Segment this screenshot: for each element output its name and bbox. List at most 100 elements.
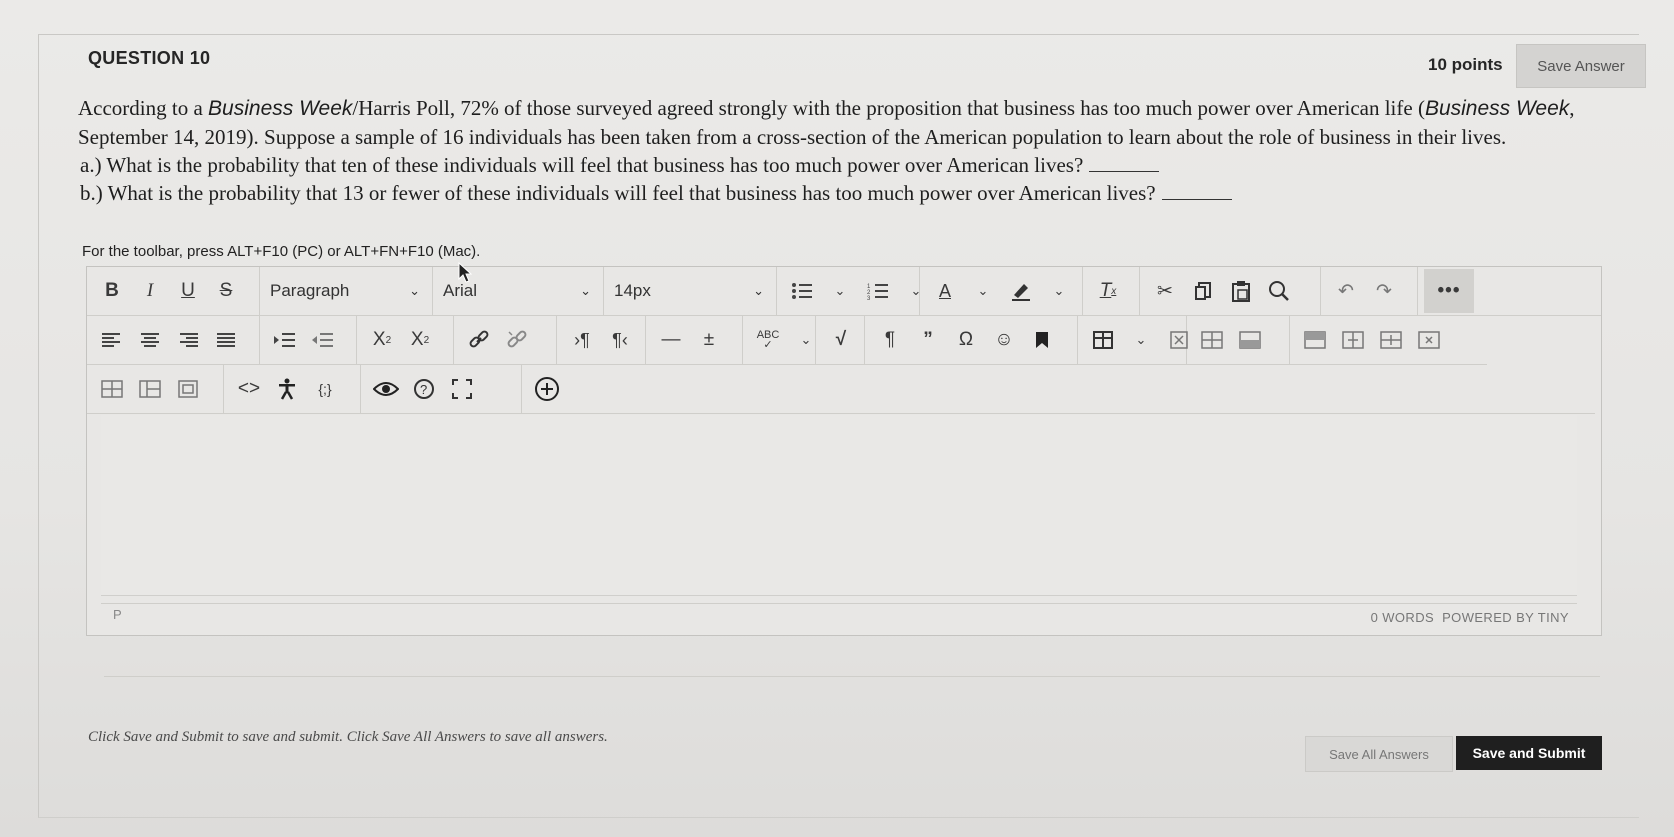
outdent-icon[interactable] [304,323,342,357]
bookmark-icon[interactable] [1023,323,1061,357]
toolbar-row-2: X2 X2 ›¶ ¶‹ — ± ABC ✓ ⌄ √ ¶ ” Ω ☺ ⌄ [87,316,1487,365]
history-group: ↶ ↷ [1321,267,1418,315]
accessibility-icon[interactable] [268,372,306,406]
math-equation-icon[interactable]: √ [822,323,860,357]
question-heading: QUESTION 10 [88,48,211,68]
cut-icon[interactable]: ✂ [1146,274,1184,308]
add-content-icon[interactable] [528,372,566,406]
list-group: ⌄ 123 ⌄ [777,267,921,315]
chevron-down-icon: ⌄ [753,283,764,298]
block-format-select[interactable]: Paragraph ⌄ [266,274,424,308]
text-style-group: B I U S [87,267,260,315]
unlink-icon[interactable] [498,323,536,357]
fullscreen-icon[interactable] [443,372,481,406]
chevron-down-icon[interactable]: ⌄ [964,274,1002,308]
insert-column-before-icon[interactable] [1334,323,1372,357]
copy-icon[interactable] [1184,274,1222,308]
clear-format-group: Tx [1083,267,1140,315]
nonbreaking-space-icon[interactable]: ± [690,323,728,357]
save-all-answers-button[interactable]: Save All Answers [1305,736,1453,772]
question-points: 10 points [1428,55,1503,74]
align-right-icon[interactable] [169,323,207,357]
svg-text:?: ? [420,382,427,397]
toolbar-hint: For the toolbar, press ALT+F10 (PC) or A… [82,243,481,260]
search-icon[interactable] [1260,274,1298,308]
font-size-select[interactable]: 14px ⌄ [610,274,768,308]
emoji-icon[interactable]: ☺ [985,323,1023,357]
align-group [87,316,260,364]
table-properties-icon[interactable] [169,372,207,406]
submit-instructions: Click Save and Submit to save and submit… [88,729,608,745]
chevron-down-icon: ⌄ [580,283,591,298]
indent-icon[interactable] [266,323,304,357]
paste-icon[interactable] [1222,274,1260,308]
part-b: b.) What is the probability that 13 or f… [78,179,1618,207]
text-color-icon[interactable]: A [926,274,964,308]
code-sample-icon[interactable]: {;} [306,372,344,406]
svg-text:3: 3 [867,296,871,300]
spellcheck-icon[interactable]: ABC ✓ [749,323,787,357]
more-options-button[interactable]: ••• [1424,269,1474,313]
bullet-list-icon[interactable] [783,274,821,308]
horizontal-line-icon[interactable]: — [652,323,690,357]
chevron-down-icon[interactable]: ⌄ [1040,274,1078,308]
special-character-icon[interactable]: Ω [947,323,985,357]
blockquote-icon[interactable]: ” [909,323,947,357]
highlight-color-icon[interactable] [1002,274,1040,308]
preview-icon[interactable] [367,372,405,406]
show-blocks-icon[interactable]: ¶ [871,323,909,357]
table-icon[interactable] [1084,323,1122,357]
save-and-submit-button[interactable]: Save and Submit [1456,736,1602,770]
publication-name: Business Week [1424,97,1570,120]
insert-row-after-icon[interactable] [1231,323,1269,357]
align-center-icon[interactable] [131,323,169,357]
insert-group: ¶ ” Ω ☺ [865,316,1078,364]
insert-row-before-icon[interactable] [1193,323,1231,357]
question-text: According to a Business Week/Harris Poll… [78,94,1618,207]
bold-button[interactable]: B [93,274,131,308]
powered-by-link[interactable]: POWERED BY TINY [1442,610,1569,625]
save-answer-button[interactable]: Save Answer [1516,44,1646,88]
row-group [1187,316,1290,364]
subscript-icon[interactable]: X2 [401,323,439,357]
merge-cells-icon[interactable] [93,372,131,406]
undo-icon[interactable]: ↶ [1327,274,1365,308]
numbered-list-icon[interactable]: 123 [859,274,897,308]
answer-blank-b [1161,181,1232,200]
spellcheck-group: ABC ✓ ⌄ [743,316,816,364]
ltr-icon[interactable]: ›¶ [563,323,601,357]
page: QUESTION 10 10 points Save Answer Accord… [0,0,1674,837]
delete-row-icon[interactable] [1296,323,1334,357]
delete-column-icon[interactable] [1410,323,1448,357]
part-a: a.) What is the probability that ten of … [78,151,1618,179]
script-group: X2 X2 [357,316,454,364]
redo-icon[interactable]: ↷ [1365,274,1403,308]
insert-line-group: — ± [646,316,743,364]
superscript-icon[interactable]: X2 [363,323,401,357]
italic-button[interactable]: I [131,274,169,308]
insert-column-after-icon[interactable] [1372,323,1410,357]
link-icon[interactable] [460,323,498,357]
cell-group [87,365,224,413]
chevron-down-icon[interactable]: ⌄ [821,274,859,308]
underline-button[interactable]: U [169,274,207,308]
toolbar-row-1: B I U S Paragraph⌄ Arial⌄ 14px⌄ ⌄ 123 [87,267,1601,316]
add-content-group [522,365,572,413]
block-format-group: Paragraph ⌄ [260,267,433,315]
math-group: √ [816,316,865,364]
clear-formatting-icon[interactable]: Tx [1089,274,1127,308]
status-element-path[interactable]: P [113,607,122,622]
align-left-icon[interactable] [93,323,131,357]
view-group: ? [361,365,522,413]
help-icon[interactable]: ? [405,372,443,406]
chevron-down-icon[interactable]: ⌄ [1122,323,1160,357]
source-code-icon[interactable]: <> [230,372,268,406]
rtl-icon[interactable]: ¶‹ [601,323,639,357]
split-cell-icon[interactable] [131,372,169,406]
toolbar-row-3: <> {;} ? [87,365,1595,414]
word-count: 0 WORDS [1370,610,1435,625]
align-justify-icon[interactable] [207,323,245,357]
editor-content-area[interactable] [101,415,1577,596]
strikethrough-button[interactable]: S [207,274,245,308]
link-group [454,316,557,364]
